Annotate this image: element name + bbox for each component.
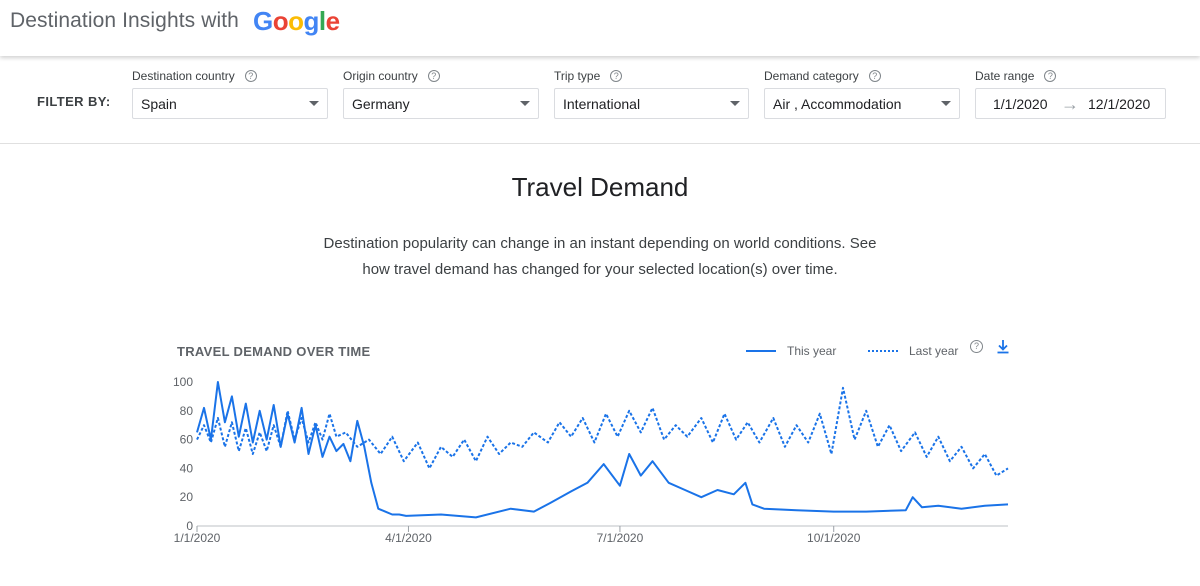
y-tick-label: 20 bbox=[180, 490, 194, 504]
top-bar: Destination Insights with Google bbox=[0, 0, 1200, 56]
x-tick-label: 4/1/2020 bbox=[385, 531, 432, 545]
y-tick-label: 100 bbox=[173, 375, 193, 389]
app-title: Destination Insights with bbox=[10, 9, 239, 32]
logo-letter-e: e bbox=[325, 6, 340, 36]
logo-letter-o1: o bbox=[272, 6, 289, 36]
google-logo: Google bbox=[253, 6, 340, 37]
series-line-last-year bbox=[196, 386, 1009, 477]
y-tick-label: 80 bbox=[180, 404, 194, 418]
x-tick-label: 10/1/2020 bbox=[807, 531, 861, 545]
x-tick-label: 1/1/2020 bbox=[174, 531, 221, 545]
logo-letter-g: G bbox=[253, 6, 273, 36]
y-tick-label: 40 bbox=[180, 461, 194, 475]
travel-demand-chart: 0204060801001/1/2020 4/1/2020 7/1/2020 10/1… bbox=[173, 375, 1009, 545]
x-tick-label: 7/1/2020 bbox=[597, 531, 644, 545]
logo-letter-l: l bbox=[318, 6, 326, 36]
y-tick-label: 60 bbox=[180, 433, 194, 447]
logo-letter-g2: g bbox=[303, 6, 320, 36]
series-line-this-year bbox=[196, 381, 1009, 519]
logo-letter-o2: o bbox=[288, 6, 304, 36]
